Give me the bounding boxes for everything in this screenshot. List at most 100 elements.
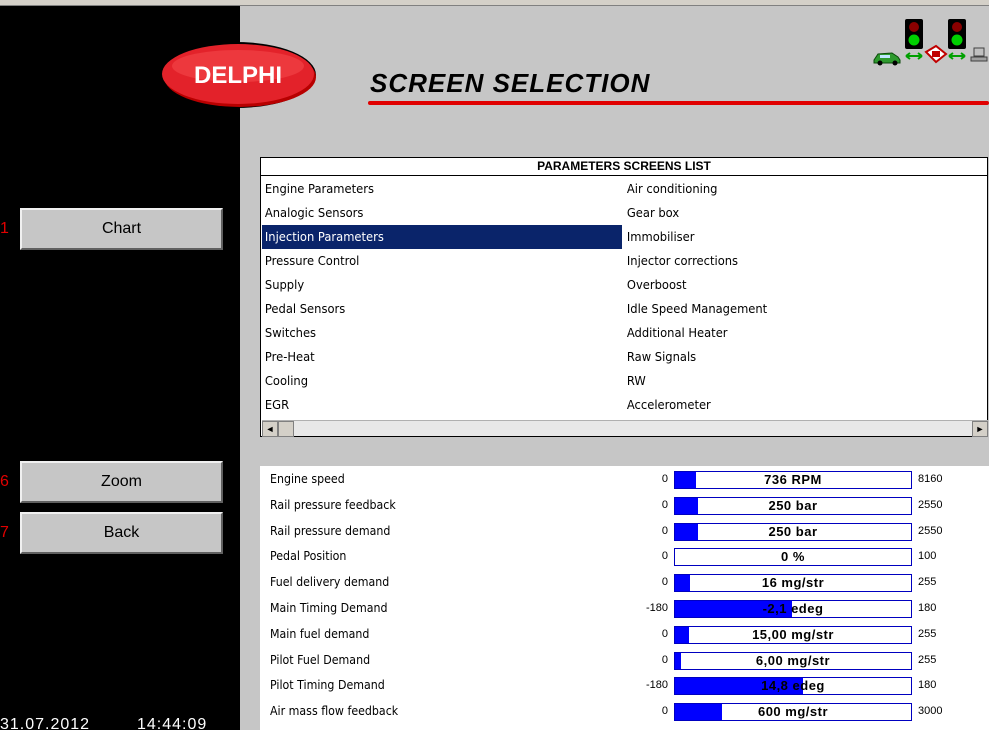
parameter-label: Rail pressure demand [270, 523, 391, 538]
screen-item-immobiliser[interactable]: Immobiliser [624, 225, 972, 249]
screen-item-pedal-sensors[interactable]: Pedal Sensors [262, 297, 610, 321]
screens-list: PARAMETERS SCREENS LIST Engine Parameter… [260, 157, 988, 437]
page-title: SCREEN SELECTION [370, 68, 651, 98]
scroll-thumb[interactable] [278, 421, 294, 437]
parameter-max: 2550 [918, 498, 943, 511]
chart-button[interactable]: Chart [20, 208, 223, 250]
traffic-light-icon [948, 19, 966, 49]
car-icon [873, 52, 901, 66]
parameter-max: 2550 [918, 524, 943, 537]
screens-list-left-column: Engine Parameters Analogic Sensors Injecti… [262, 177, 624, 417]
parameter-min: -180 [645, 679, 668, 692]
parameter-gauge: 600 mg/str [674, 703, 912, 722]
parameter-min: 0 [661, 473, 668, 485]
parameter-min: 0 [661, 524, 668, 537]
date-display: 31.07.2012 [0, 716, 91, 730]
screens-list-header: PARAMETERS SCREENS LIST [261, 158, 987, 176]
parameter-gauge: 0 % [674, 548, 912, 567]
screen-item-egr[interactable]: EGR [262, 393, 610, 417]
parameter-label: Main fuel demand [270, 626, 370, 641]
parameter-min: 0 [661, 498, 668, 511]
parameter-value: 6,00 mg/str [755, 652, 831, 668]
parameter-gauge: 250 bar [674, 496, 912, 515]
parameter-gauge: 250 bar [674, 522, 912, 541]
parameter-row: Pedal Position 0 0 % 100 [260, 544, 989, 570]
parameter-value: 250 bar [768, 523, 818, 539]
link-arrow-icon [905, 52, 923, 60]
connection-status [873, 19, 988, 66]
screen-item-air-conditioning[interactable]: Air conditioning [624, 177, 972, 201]
screen-item-analogic-sensors[interactable]: Analogic Sensors [262, 201, 610, 225]
screen-item-cooling[interactable]: Cooling [262, 369, 610, 393]
parameter-gauge: 736 RPM [674, 471, 912, 489]
screen-item-overboost[interactable]: Overboost [624, 273, 972, 297]
screen-item-pressure-control[interactable]: Pressure Control [262, 249, 610, 273]
screen-item-rw[interactable]: RW [624, 369, 972, 393]
parameter-min: -180 [645, 602, 668, 614]
screen-item-additional-heater[interactable]: Additional Heater [624, 321, 972, 345]
parameter-gauge: 16 mg/str [674, 574, 912, 593]
traffic-light-icon [905, 19, 923, 49]
time-display: 14:44:09 [137, 716, 208, 730]
parameters-panel: Engine speed 0 736 RPM 8160 Rail pressure fe… [260, 466, 989, 730]
screen-item-engine-parameters[interactable]: Engine Parameters [262, 177, 610, 201]
fkey-label: 7 [0, 524, 9, 541]
parameter-min: 0 [661, 653, 668, 666]
parameter-min: 0 [661, 627, 668, 640]
scroll-right-icon[interactable]: ► [972, 421, 988, 437]
parameter-row: Main fuel demand 0 15,00 mg/str 255 [260, 622, 989, 648]
parameter-value: 16 mg/str [761, 575, 825, 591]
parameter-gauge: 6,00 mg/str [674, 651, 912, 670]
zoom-button[interactable]: Zoom [20, 461, 223, 503]
scroll-left-icon[interactable]: ◄ [262, 421, 278, 437]
parameter-row: Engine speed 0 736 RPM 8160 [260, 467, 989, 493]
parameter-min: 0 [661, 705, 668, 718]
parameter-min: 0 [661, 576, 668, 589]
parameter-max: 180 [918, 679, 937, 692]
screen-item-injector-corrections[interactable]: Injector corrections [624, 249, 972, 273]
link-arrow-icon [948, 52, 966, 60]
parameter-label: Pilot Timing Demand [270, 678, 385, 693]
screen-item-accelerometer[interactable]: Accelerometer [624, 393, 972, 417]
parameter-row: Pilot Timing Demand -180 14,8 edeg 180 [260, 673, 989, 699]
parameter-value: 14,8 edeg [761, 678, 825, 694]
fkey-label: 6 [0, 473, 9, 490]
parameter-row: Rail pressure demand 0 250 bar 2550 [260, 519, 989, 545]
parameter-row: Air mass flow feedback 0 600 mg/str 3000 [260, 699, 989, 725]
parameter-label: Rail pressure feedback [270, 497, 396, 512]
parameter-max: 3000 [918, 705, 943, 718]
parameter-gauge: 15,00 mg/str [674, 625, 912, 644]
title-underline [368, 101, 989, 105]
computer-icon [970, 47, 988, 62]
parameter-row: Fuel delivery demand 0 16 mg/str 255 [260, 570, 989, 596]
screen-item-supply[interactable]: Supply [262, 273, 610, 297]
screen-item-injection-parameters[interactable]: Injection Parameters [262, 225, 622, 249]
ecu-icon [924, 44, 948, 64]
screen-item-idle-speed-management[interactable]: Idle Speed Management [624, 297, 972, 321]
screen-item-gear-box[interactable]: Gear box [624, 201, 972, 225]
parameter-max: 255 [918, 576, 937, 589]
parameter-label: Air mass flow feedback [270, 704, 399, 719]
parameter-row: Pilot Fuel Demand 0 6,00 mg/str 255 [260, 648, 989, 674]
parameter-gauge: -2,1 edeg [674, 600, 912, 618]
fkey-label: 1 [0, 220, 9, 237]
parameter-value: 0 % [781, 549, 805, 565]
parameter-label: Pilot Fuel Demand [270, 652, 371, 667]
parameter-row: Rail pressure feedback 0 250 bar 2550 [260, 493, 989, 519]
screens-list-right-column: Air conditioning Gear box Immobiliser Injec… [624, 177, 986, 417]
parameter-gauge: 14,8 edeg [674, 677, 912, 696]
parameter-value: 736 RPM [764, 472, 822, 487]
parameter-max: 8160 [918, 473, 943, 485]
screen-item-raw-signals[interactable]: Raw Signals [624, 345, 972, 369]
parameter-value: 250 bar [768, 497, 818, 513]
parameter-value: -2,1 edeg [762, 601, 824, 616]
parameter-label: Main Timing Demand [270, 601, 388, 615]
parameter-label: Engine speed [270, 472, 345, 486]
back-button[interactable]: Back [20, 512, 223, 554]
parameter-max: 180 [918, 602, 937, 614]
screen-item-pre-heat[interactable]: Pre-Heat [262, 345, 610, 369]
horizontal-scrollbar[interactable]: ◄ ► [262, 420, 988, 437]
parameter-value: 15,00 mg/str [752, 626, 834, 642]
parameter-row: Main Timing Demand -180 -2,1 edeg 180 [260, 596, 989, 622]
screen-item-switches[interactable]: Switches [262, 321, 610, 345]
